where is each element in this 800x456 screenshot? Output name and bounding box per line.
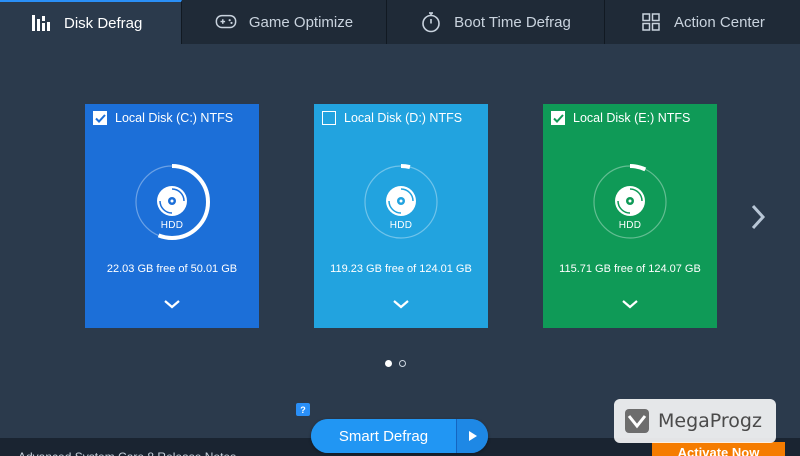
disk-checkbox[interactable] bbox=[322, 111, 336, 125]
disc-icon bbox=[155, 184, 189, 218]
watermark-text: MegaProgz bbox=[658, 410, 762, 432]
disk-type: HDD bbox=[160, 220, 184, 231]
disc-icon bbox=[384, 184, 418, 218]
help-badge[interactable]: ? bbox=[296, 403, 310, 416]
bars-icon bbox=[30, 12, 52, 34]
disk-name: Local Disk (E:) NTFS bbox=[573, 111, 691, 125]
page-dot-1[interactable] bbox=[385, 360, 392, 367]
tab-action-center[interactable]: Action Center bbox=[605, 0, 800, 44]
chevron-down-icon[interactable] bbox=[162, 297, 182, 311]
stopwatch-icon bbox=[420, 11, 442, 33]
disk-type: HDD bbox=[618, 220, 642, 231]
disk-header: Local Disk (D:) NTFS bbox=[322, 111, 462, 125]
disk-card-e[interactable]: Local Disk (E:) NTFS HDD 115.71 GB free … bbox=[543, 104, 717, 328]
tab-bar: Disk Defrag Game Optimize Boot Time Defr… bbox=[0, 0, 800, 44]
tab-disk-defrag[interactable]: Disk Defrag bbox=[0, 0, 182, 44]
chevron-down-icon[interactable] bbox=[391, 297, 411, 311]
page-indicator bbox=[385, 360, 406, 367]
activate-now-button[interactable]: Activate Now bbox=[652, 442, 785, 456]
disk-free-space: 22.03 GB free of 50.01 GB bbox=[106, 263, 238, 275]
smart-defrag-label[interactable]: Smart Defrag bbox=[311, 419, 457, 453]
gamepad-icon bbox=[215, 11, 237, 33]
disk-card-c[interactable]: Local Disk (C:) NTFS HDD 22.03 GB free o… bbox=[85, 104, 259, 328]
disk-header: Local Disk (E:) NTFS bbox=[551, 111, 690, 125]
disk-free-space: 115.71 GB free of 124.07 GB bbox=[559, 263, 701, 275]
tab-game-optimize[interactable]: Game Optimize bbox=[182, 0, 387, 44]
smart-defrag-button[interactable]: Smart Defrag bbox=[311, 419, 488, 453]
disk-free-space: 119.23 GB free of 124.01 GB bbox=[330, 263, 472, 275]
disk-checkbox[interactable] bbox=[551, 111, 565, 125]
chevron-down-icon[interactable] bbox=[620, 297, 640, 311]
disk-name: Local Disk (D:) NTFS bbox=[344, 111, 463, 125]
disk-type: HDD bbox=[389, 220, 413, 231]
megaprogz-logo-icon bbox=[624, 408, 650, 434]
tab-label: Action Center bbox=[674, 13, 765, 31]
tab-label: Game Optimize bbox=[248, 13, 354, 31]
disk-card-d[interactable]: Local Disk (D:) NTFS HDD 119.23 GB free … bbox=[314, 104, 488, 328]
release-notes-link[interactable]: Advanced System Care 8 Release Notes bbox=[18, 450, 236, 456]
disc-icon bbox=[613, 184, 647, 218]
disk-checkbox[interactable] bbox=[93, 111, 107, 125]
chevron-right-icon[interactable] bbox=[748, 203, 768, 231]
watermark: MegaProgz bbox=[614, 399, 776, 443]
disk-name: Local Disk (C:) NTFS bbox=[115, 111, 234, 125]
tab-boot-time-defrag[interactable]: Boot Time Defrag bbox=[387, 0, 605, 44]
disk-header: Local Disk (C:) NTFS bbox=[93, 111, 233, 125]
page-dot-2[interactable] bbox=[399, 360, 406, 367]
tab-label: Boot Time Defrag bbox=[454, 13, 571, 31]
tab-label: Disk Defrag bbox=[64, 14, 143, 32]
grid-icon bbox=[640, 11, 662, 33]
